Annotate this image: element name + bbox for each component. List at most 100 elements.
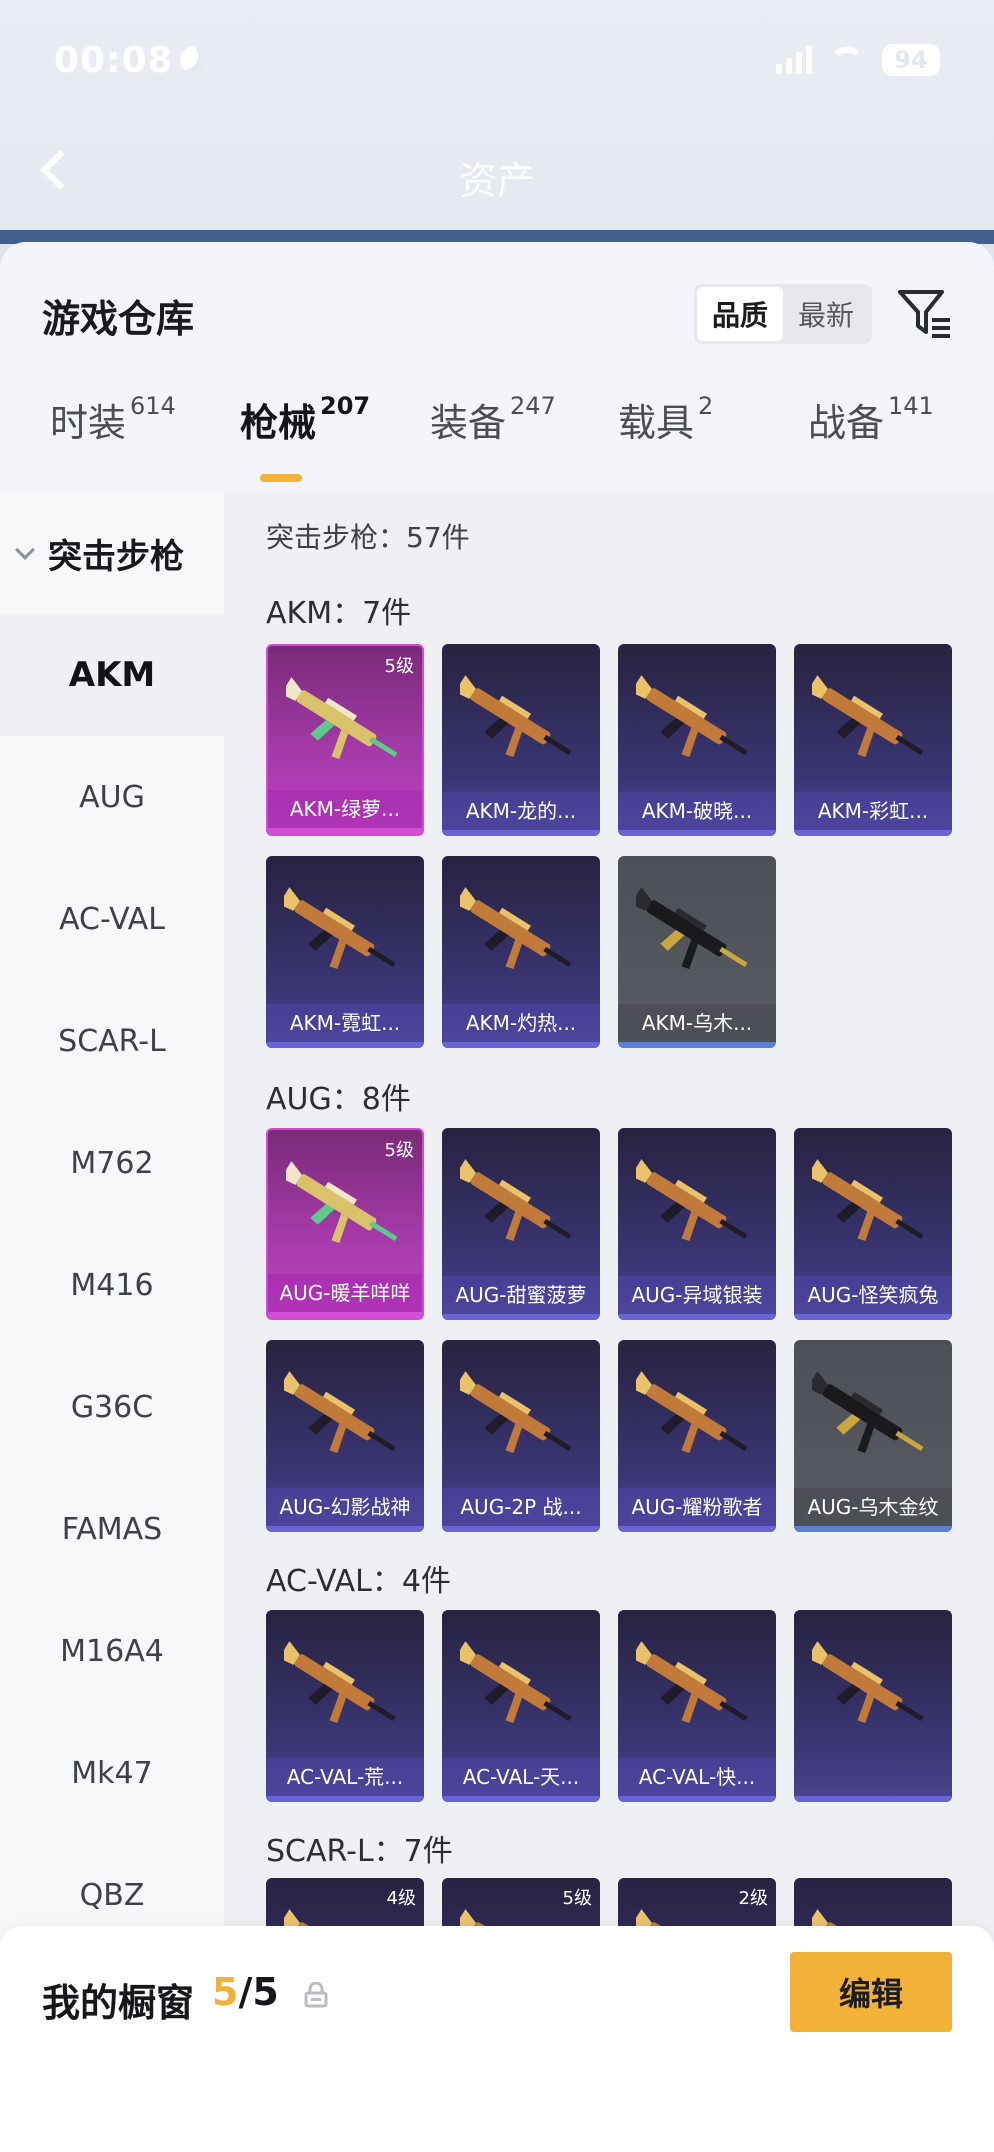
section-title-aug: AUG：8件 <box>266 1082 411 1117</box>
sidebar-group-assault-rifle[interactable]: 突击步枪 <box>0 492 224 614</box>
filter-icon[interactable] <box>896 286 952 342</box>
weapon-card[interactable]: AUG-耀粉歌者 <box>618 1340 776 1532</box>
weapon-level-badge: 5级 <box>384 656 414 677</box>
sidebar-item-akm[interactable]: AKM <box>0 614 224 736</box>
weapon-card[interactable]: AKM-灼热... <box>442 856 600 1048</box>
tab-equipment[interactable]: 装备 247 <box>430 392 556 447</box>
moon-icon <box>180 46 208 74</box>
battery-icon: 94 <box>882 44 940 76</box>
rarity-bar <box>442 1042 600 1048</box>
weapon-card[interactable] <box>794 1610 952 1802</box>
rarity-bar <box>618 1042 776 1048</box>
tab-count: 2 <box>698 392 714 420</box>
weapon-card[interactable]: AKM-彩虹... <box>794 644 952 836</box>
showcase-count-current: 5 <box>212 1970 239 2014</box>
tab-supplies[interactable]: 战备 141 <box>808 392 934 447</box>
tab-fashion[interactable]: 时装 614 <box>50 392 176 447</box>
weapon-name: AKM-彩虹... <box>794 792 952 830</box>
warehouse-sheet: 游戏仓库 品质 最新 时装 614 枪械 207 装备 247 载具 2 战备 141 突… <box>0 242 994 2152</box>
sidebar-item-mk47[interactable]: Mk47 <box>0 1712 224 1834</box>
tab-count: 207 <box>320 392 371 420</box>
weapon-skin-image <box>460 675 572 757</box>
weapon-skin-image <box>286 677 398 759</box>
weapon-level-badge: 2级 <box>738 1888 768 1909</box>
weapon-card[interactable]: AKM-霓虹... <box>266 856 424 1048</box>
weapon-card[interactable]: AUG-幻影战神 <box>266 1340 424 1532</box>
weapon-card[interactable]: AUG-异域银装 <box>618 1128 776 1320</box>
weapon-skin-image <box>460 1371 572 1453</box>
weapon-name: AUG-甜蜜菠萝 <box>442 1276 600 1314</box>
weapon-card[interactable]: 5级 AKM-绿萝... <box>266 644 424 836</box>
sidebar-item-famas[interactable]: FAMAS <box>0 1468 224 1590</box>
sidebar-item-m16a4[interactable]: M16A4 <box>0 1590 224 1712</box>
weapon-name: AUG-幻影战神 <box>266 1488 424 1526</box>
tab-vehicles[interactable]: 载具 2 <box>618 392 713 447</box>
weapon-name: AKM-龙的... <box>442 792 600 830</box>
rarity-bar <box>794 830 952 836</box>
rarity-bar <box>442 1314 600 1320</box>
sort-toggle: 品质 最新 <box>694 284 872 344</box>
weapon-name: AKM-灼热... <box>442 1004 600 1042</box>
section-title-scar-l: SCAR-L：7件 <box>266 1834 453 1869</box>
rarity-bar <box>618 1796 776 1802</box>
weapon-name: AC-VAL-快... <box>618 1758 776 1796</box>
sidebar-item-m762[interactable]: M762 <box>0 1102 224 1224</box>
showcase-bar: 我的橱窗 5/5 编辑 <box>0 1926 994 2152</box>
sidebar-item-g36c[interactable]: G36C <box>0 1346 224 1468</box>
weapon-card[interactable]: AUG-甜蜜菠萝 <box>442 1128 600 1320</box>
weapon-card[interactable]: AUG-乌木金纹 <box>794 1340 952 1532</box>
weapon-skin-image <box>284 887 396 969</box>
section-title-akm: AKM：7件 <box>266 596 412 631</box>
sort-newest-button[interactable]: 最新 <box>783 287 869 341</box>
sidebar-item-ac-val[interactable]: AC-VAL <box>0 858 224 980</box>
weapon-name: AC-VAL-天... <box>442 1758 600 1796</box>
weapon-skin-image <box>636 887 748 969</box>
weapon-skin-image <box>812 1641 924 1723</box>
rarity-bar <box>794 1796 952 1802</box>
rarity-bar <box>794 1314 952 1320</box>
tab-guns[interactable]: 枪械 207 <box>240 392 370 447</box>
tab-label: 枪械 <box>240 401 317 445</box>
weapon-skin-image <box>460 887 572 969</box>
rarity-bar <box>442 830 600 836</box>
weapon-skin-image <box>812 1159 924 1241</box>
showcase-count-total: /5 <box>238 1970 279 2014</box>
weapon-card[interactable]: AC-VAL-天... <box>442 1610 600 1802</box>
weapon-card[interactable]: AC-VAL-荒... <box>266 1610 424 1802</box>
edit-button[interactable]: 编辑 <box>790 1952 952 2032</box>
wifi-icon <box>830 47 864 73</box>
status-time: 00:08 <box>54 40 174 81</box>
rarity-bar <box>266 1526 424 1532</box>
weapon-card[interactable]: AKM-龙的... <box>442 644 600 836</box>
weapon-level-badge: 4级 <box>386 1888 416 1909</box>
weapon-card[interactable]: AUG-怪笑疯兔 <box>794 1128 952 1320</box>
lock-icon[interactable] <box>304 1982 328 2008</box>
sidebar-item-aug[interactable]: AUG <box>0 736 224 858</box>
sidebar-item-m416[interactable]: M416 <box>0 1224 224 1346</box>
weapon-skin-image <box>636 1159 748 1241</box>
weapon-card[interactable]: AKM-乌木... <box>618 856 776 1048</box>
weapon-card[interactable]: 5级 AUG-暖羊咩咩 <box>266 1128 424 1320</box>
rarity-bar <box>266 1042 424 1048</box>
sort-quality-button[interactable]: 品质 <box>697 287 783 341</box>
rarity-bar <box>266 1796 424 1802</box>
weapon-name: AUG-耀粉歌者 <box>618 1488 776 1526</box>
tab-label: 时装 <box>50 401 127 445</box>
weapon-card[interactable]: AUG-2P 战... <box>442 1340 600 1532</box>
weapon-skin-image <box>812 1371 924 1453</box>
tab-count: 141 <box>888 392 934 420</box>
weapon-name: AUG-暖羊咩咩 <box>268 1274 422 1312</box>
sidebar-item-scar-l[interactable]: SCAR-L <box>0 980 224 1102</box>
tab-label: 装备 <box>430 401 507 445</box>
weapon-card[interactable]: AKM-破晓... <box>618 644 776 836</box>
weapon-skin-image <box>636 1371 748 1453</box>
rarity-bar <box>618 1314 776 1320</box>
showcase-count: 5/5 <box>212 1970 279 2014</box>
rarity-bar <box>268 828 422 834</box>
section-title-ac-val: AC-VAL：4件 <box>266 1564 451 1599</box>
weapon-card[interactable]: AC-VAL-快... <box>618 1610 776 1802</box>
rarity-bar <box>618 830 776 836</box>
category-tabs: 时装 614 枪械 207 装备 247 载具 2 战备 141 <box>0 392 994 492</box>
weapon-skin-image <box>460 1159 572 1241</box>
rarity-bar <box>442 1796 600 1802</box>
